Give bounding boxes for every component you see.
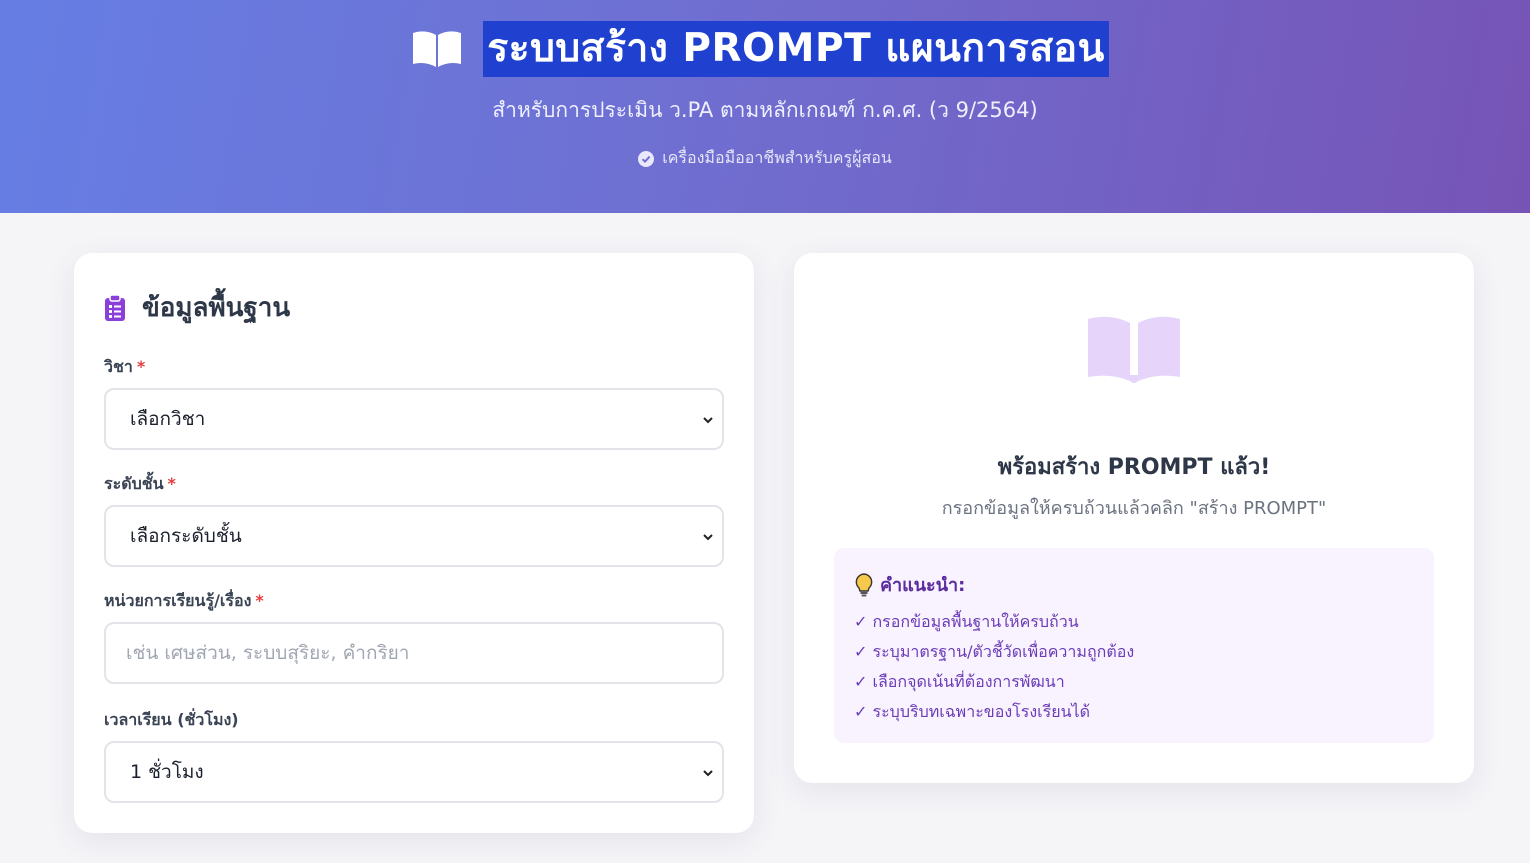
- chevron-down-icon: [703, 534, 713, 541]
- grade-select[interactable]: เลือกระดับชั้น: [104, 505, 724, 567]
- tips-heading: คำแนะนำ:: [854, 570, 965, 599]
- required-mark: *: [167, 474, 176, 493]
- unit-input-placeholder: เช่น เศษส่วน, ระบบสุริยะ, คำกริยา: [126, 642, 410, 664]
- required-mark: *: [255, 591, 264, 610]
- clipboard-icon: [105, 293, 125, 321]
- title-row: ระบบสร้าง PROMPT แผนการสอน: [0, 21, 1530, 77]
- tip-item: ✓ กรอกข้อมูลพื้นฐานให้ครบถ้วน: [854, 612, 1079, 631]
- subject-label-text: วิชา: [104, 357, 133, 376]
- grade-label: ระดับชั้น *: [104, 472, 176, 497]
- chevron-down-icon: [703, 770, 713, 777]
- page-title: ระบบสร้าง PROMPT แผนการสอน: [483, 21, 1109, 77]
- subject-select[interactable]: เลือกวิชา: [104, 388, 724, 450]
- open-book-icon: [413, 31, 462, 67]
- basic-info-card: ข้อมูลพื้นฐาน วิชา * เลือกวิชา ระดับชั้น *…: [74, 253, 754, 833]
- hours-select[interactable]: 1 ชั่วโมง: [104, 741, 724, 803]
- check-circle-icon: [638, 150, 655, 167]
- open-book-icon: [1088, 316, 1180, 383]
- ready-subtitle: กรอกข้อมูลให้ครบถ้วนแล้วคลิก "สร้าง PROM…: [941, 498, 1327, 519]
- subject-label: วิชา *: [104, 355, 145, 380]
- tip-item: ✓ ระบุมาตรฐาน/ตัวชี้วัดเพื่อความถูกต้อง: [854, 642, 1135, 661]
- tagline-text: เครื่องมือมืออาชีพสำหรับครูผู้สอน: [662, 148, 892, 167]
- hours-select-value: 1 ชั่วโมง: [130, 761, 204, 783]
- required-mark: *: [136, 357, 146, 376]
- grade-select-value: เลือกระดับชั้น: [130, 525, 242, 547]
- unit-label-text: หน่วยการเรียนรู้/เรื่อง: [104, 591, 252, 610]
- tagline: เครื่องมือมืออาชีพสำหรับครูผู้สอน: [0, 146, 1530, 171]
- lightbulb-icon: [855, 572, 873, 596]
- hours-label: เวลาเรียน (ชั่วโมง): [104, 708, 239, 733]
- unit-label: หน่วยการเรียนรู้/เรื่อง *: [104, 589, 264, 614]
- grade-label-text: ระดับชั้น: [104, 474, 164, 493]
- subject-select-value: เลือกวิชา: [130, 408, 206, 430]
- tip-item: ✓ เลือกจุดเน้นที่ต้องการพัฒนา: [854, 672, 1065, 691]
- chevron-down-icon: [703, 417, 713, 424]
- unit-input[interactable]: เช่น เศษส่วน, ระบบสุริยะ, คำกริยา: [104, 622, 724, 684]
- tips-box: คำแนะนำ: ✓ กรอกข้อมูลพื้นฐานให้ครบถ้วน ✓…: [834, 548, 1434, 743]
- ready-title: พร้อมสร้าง PROMPT แล้ว!: [997, 455, 1271, 480]
- basic-info-heading: ข้อมูลพื้นฐาน: [104, 287, 290, 328]
- page-header: ระบบสร้าง PROMPT แผนการสอน สำหรับการประเ…: [0, 0, 1530, 213]
- prompt-preview-card: พร้อมสร้าง PROMPT แล้ว! กรอกข้อมูลให้ครบ…: [794, 253, 1474, 783]
- basic-info-title: ข้อมูลพื้นฐาน: [142, 293, 291, 323]
- hours-label-text: เวลาเรียน (ชั่วโมง): [104, 710, 239, 729]
- page-subtitle: สำหรับการประเมิน ว.PA ตามหลักเกณฑ์ ก.ค.ศ…: [492, 98, 1038, 122]
- tip-item: ✓ ระบุบริบทเฉพาะของโรงเรียนได้: [854, 702, 1090, 721]
- tips-heading-text: คำแนะนำ:: [880, 575, 966, 596]
